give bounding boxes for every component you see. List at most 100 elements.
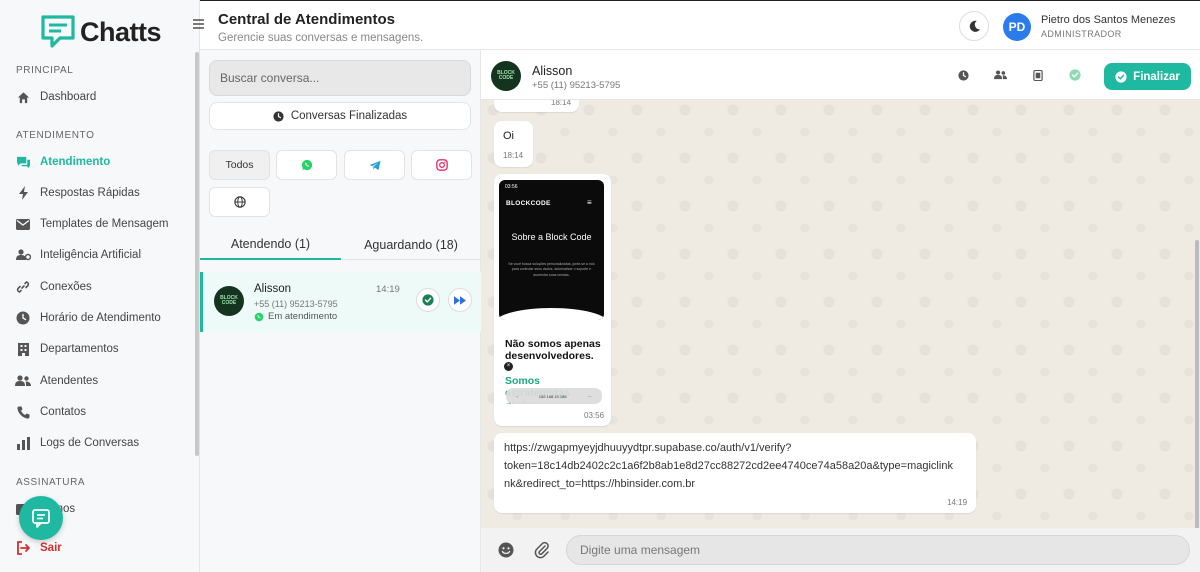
message-bubble: Oi 18:14 xyxy=(494,121,533,167)
sidebar: Chatts PRINCIPAL Dashboard ATENDIMENTO A… xyxy=(0,0,200,572)
page-title: Central de Atendimentos xyxy=(218,11,395,28)
chat-icon xyxy=(14,153,32,171)
bolt-icon xyxy=(14,184,32,202)
message-time: 03:56 xyxy=(584,411,605,420)
message-text-line: token=18c14db2402c2c1a6f2b8ab1e8d27cc882… xyxy=(504,460,953,472)
conversation-time: 14:19 xyxy=(376,284,400,295)
logout-label: Sair xyxy=(40,542,62,554)
message-composer xyxy=(481,528,1200,572)
sidebar-item-label: Logs de Conversas xyxy=(40,437,140,449)
sidebar-item-ia[interactable]: Inteligência Artificial xyxy=(14,242,192,268)
emoji-icon xyxy=(498,542,514,558)
attach-button[interactable] xyxy=(533,541,551,559)
sidebar-item-respostas-rapidas[interactable]: Respostas Rápidas xyxy=(14,180,192,206)
message-time: 18:14 xyxy=(503,151,524,160)
telegram-icon xyxy=(368,160,381,170)
conversation-list-panel: Conversas Finalizadas Todos Atendendo (1… xyxy=(200,50,481,572)
resolve-button[interactable] xyxy=(1068,68,1082,82)
moon-icon xyxy=(969,20,980,32)
sidebar-item-horario[interactable]: Horário de Atendimento xyxy=(14,305,192,331)
sidebar-item-dashboard[interactable]: Dashboard xyxy=(14,84,192,110)
theme-toggle-button[interactable] xyxy=(959,11,989,41)
home-icon xyxy=(14,88,32,106)
sidebar-item-logs[interactable]: Logs de Conversas xyxy=(14,430,192,456)
screenshot-curve xyxy=(499,308,604,320)
finalize-button[interactable]: Finalizar xyxy=(1104,63,1191,90)
search-input[interactable] xyxy=(209,60,471,96)
tab-atendendo[interactable]: Atendendo (1) xyxy=(200,230,341,260)
contact-avatar: BLOCK CODE xyxy=(214,286,244,316)
conversation-status: Em atendimento xyxy=(254,311,337,322)
screenshot-brand: BLOCKCODE xyxy=(506,200,551,207)
sidebar-item-label: Respostas Rápidas xyxy=(40,187,140,199)
transfer-button[interactable] xyxy=(993,68,1007,82)
ticket-button[interactable] xyxy=(1031,68,1045,82)
check-circle-icon xyxy=(1115,70,1127,83)
clock-icon xyxy=(957,69,969,81)
message-input[interactable] xyxy=(566,535,1190,565)
page-subtitle: Gerencie suas conversas e mensagens. xyxy=(218,32,424,44)
screenshot-headline: Não somos apenas desenvolvedores. xyxy=(505,338,601,363)
message-text-line: nk&redirect_to=https://hbinsider.com.br xyxy=(504,478,696,490)
section-title-assinatura: ASSINATURA xyxy=(16,477,86,488)
image-message-bubble[interactable]: 03:56 BLOCKCODE ≡ Sobre a Block Code Se … xyxy=(494,174,611,426)
section-title-atendimento: ATENDIMENTO xyxy=(16,130,95,141)
screenshot-status-time: 03:56 xyxy=(505,184,518,190)
sidebar-item-label: Atendimento xyxy=(40,156,111,168)
contact-name: Alisson xyxy=(254,283,292,295)
sidebar-toggle-button[interactable] xyxy=(193,16,207,30)
sidebar-item-conexoes[interactable]: Conexões xyxy=(14,274,192,300)
filter-all-label: Todos xyxy=(225,159,254,171)
accept-conversation-button[interactable] xyxy=(416,288,440,312)
message-text: Oi xyxy=(503,130,514,142)
globe-icon xyxy=(233,196,246,208)
message-time: 14:19 xyxy=(947,498,968,507)
filter-web-button[interactable] xyxy=(209,187,270,217)
transfer-conversation-button[interactable] xyxy=(448,288,472,312)
logo-icon xyxy=(41,15,75,48)
building-icon xyxy=(14,340,32,358)
conversation-tabs: Atendendo (1) Aguardando (18) xyxy=(200,230,481,260)
sidebar-item-label: Conexões xyxy=(40,281,92,293)
tab-label: Aguardando (18) xyxy=(364,238,458,252)
status-label: Em atendimento xyxy=(268,311,338,322)
user-avatar[interactable]: PD xyxy=(1003,13,1031,41)
sidebar-scrollbar[interactable] xyxy=(195,52,199,456)
sidebar-item-atendentes[interactable]: Atendentes xyxy=(14,368,192,394)
sidebar-item-atendimento[interactable]: Atendimento xyxy=(14,149,192,175)
conversation-list-item[interactable]: BLOCK CODE Alisson 14:19 +55 (11) 95213-… xyxy=(200,272,481,332)
sidebar-item-contatos[interactable]: Contatos xyxy=(14,399,192,425)
clock-icon xyxy=(14,309,32,327)
filter-telegram-button[interactable] xyxy=(344,150,405,180)
sidebar-item-departamentos[interactable]: Departamentos xyxy=(14,336,192,362)
whatsapp-icon xyxy=(254,312,264,322)
app-logo[interactable]: Chatts xyxy=(40,14,162,50)
screenshot-menu-icon: ≡ xyxy=(587,198,592,207)
emoji-button[interactable] xyxy=(497,541,515,559)
section-title-principal: PRINCIPAL xyxy=(16,65,74,76)
chat-contact-name: Alisson xyxy=(532,64,573,78)
finished-conversations-button[interactable]: Conversas Finalizadas xyxy=(209,102,471,130)
ticket-icon xyxy=(1033,69,1043,81)
fast-forward-icon xyxy=(454,295,466,305)
chat-scrollbar[interactable] xyxy=(1195,240,1199,530)
top-header: Central de Atendimentos Gerencie suas co… xyxy=(200,0,1200,50)
sidebar-item-templates[interactable]: Templates de Mensagem xyxy=(14,211,192,237)
screenshot-body: Se você busca soluções personalizadas, j… xyxy=(508,262,595,277)
logout-icon xyxy=(14,539,32,557)
filter-whatsapp-button[interactable] xyxy=(276,150,337,180)
link-icon xyxy=(14,278,32,296)
tab-aguardando[interactable]: Aguardando (18) xyxy=(341,230,481,260)
sidebar-item-label: Contatos xyxy=(40,406,87,418)
contact-phone: +55 (11) 95213-5795 xyxy=(254,299,338,309)
sidebar-item-label: Atendentes xyxy=(40,375,99,387)
history-button[interactable] xyxy=(956,68,970,82)
quick-chat-button[interactable] xyxy=(19,496,63,540)
screenshot-close-icon: × xyxy=(504,362,513,371)
user-name: Pietro dos Santos Menezes xyxy=(1041,14,1176,26)
user-role: ADMINISTRADOR xyxy=(1041,29,1122,39)
filter-all-button[interactable]: Todos xyxy=(209,150,270,180)
image-attachment[interactable]: 03:56 BLOCKCODE ≡ Sobre a Block Code Se … xyxy=(499,180,604,320)
filter-instagram-button[interactable] xyxy=(411,150,472,180)
whatsapp-icon xyxy=(301,159,312,171)
